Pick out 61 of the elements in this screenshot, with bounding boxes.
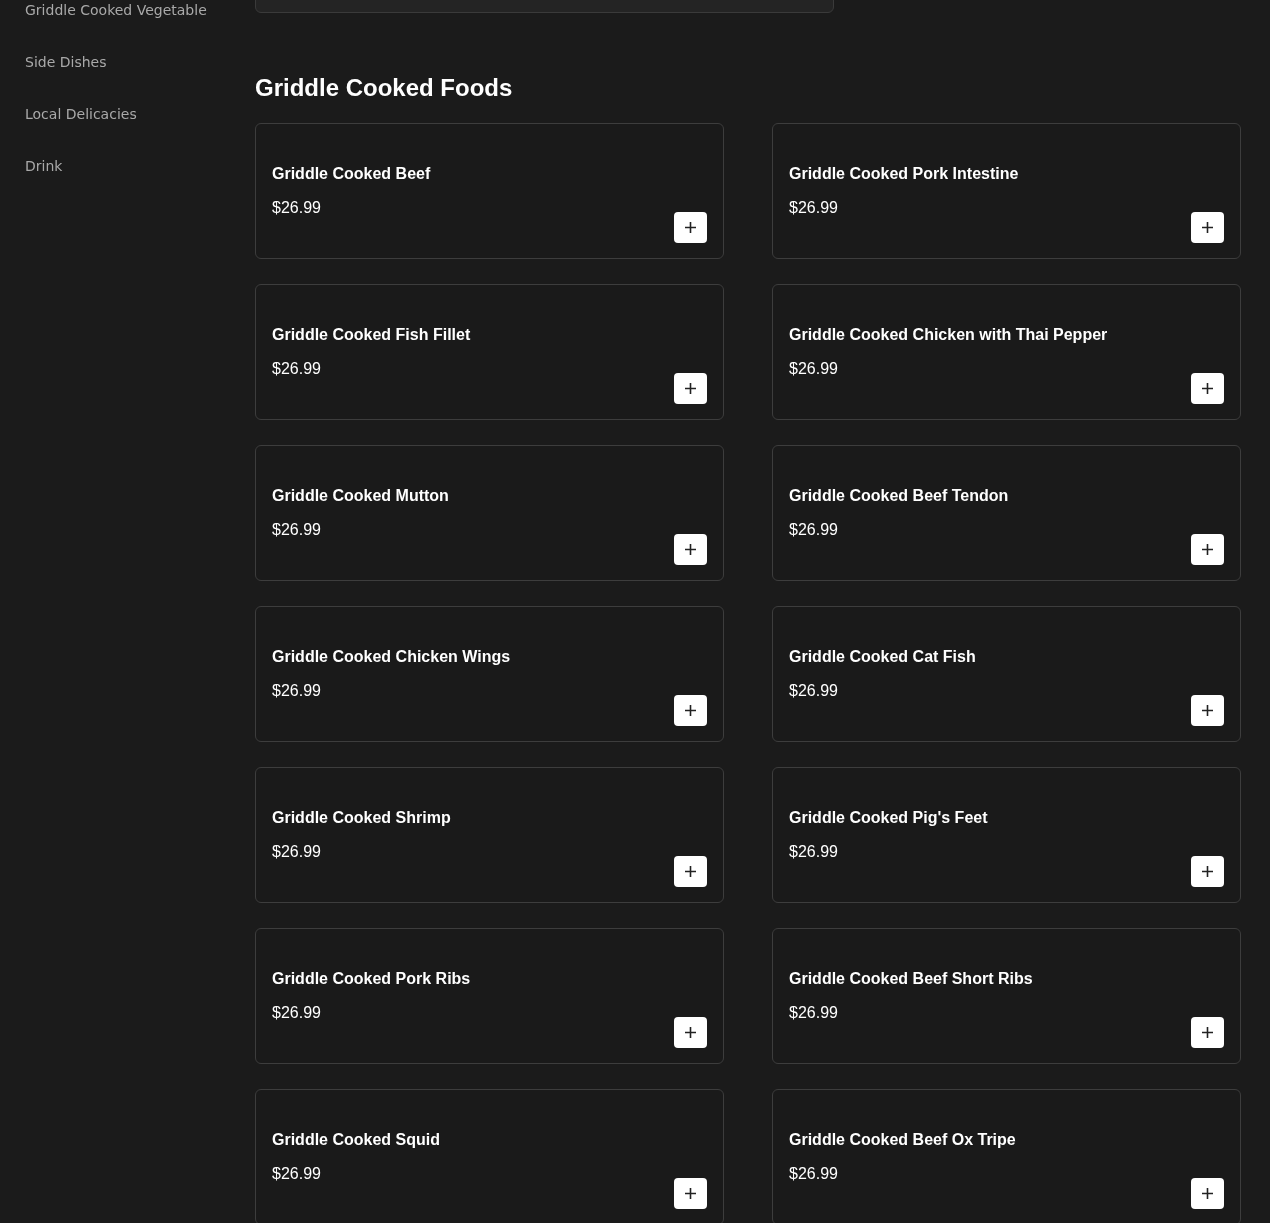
item-price: $26.99 — [272, 198, 321, 218]
add-button[interactable] — [674, 856, 707, 887]
plus-icon — [1202, 1188, 1213, 1199]
plus-icon — [1202, 383, 1213, 394]
item-name: Griddle Cooked Pork Ribs — [272, 969, 472, 989]
item-price: $26.99 — [789, 198, 838, 218]
add-button[interactable] — [1191, 534, 1224, 565]
plus-icon — [685, 1027, 696, 1038]
item-price: $26.99 — [272, 359, 321, 379]
plus-icon — [1202, 1027, 1213, 1038]
item-name: Griddle Cooked Beef — [272, 164, 432, 184]
item-price: $26.99 — [789, 842, 838, 862]
item-name: Griddle Cooked Pig's Feet — [789, 808, 989, 828]
item-price: $26.99 — [272, 681, 321, 701]
item-price: $26.99 — [789, 1164, 838, 1184]
add-button[interactable] — [674, 212, 707, 243]
plus-icon — [685, 1188, 696, 1199]
section-title: Griddle Cooked Foods — [255, 73, 514, 103]
item-name: Griddle Cooked Beef Ox Tripe — [789, 1130, 1017, 1150]
plus-icon — [685, 866, 696, 877]
item-name: Griddle Cooked Mutton — [272, 486, 450, 506]
add-button[interactable] — [1191, 1017, 1224, 1048]
item-name: Griddle Cooked Chicken Wings — [272, 647, 512, 667]
sidebar-item[interactable]: Side Dishes — [25, 52, 255, 72]
item-price: $26.99 — [272, 520, 321, 540]
add-button[interactable] — [1191, 856, 1224, 887]
add-button[interactable] — [1191, 695, 1224, 726]
item-name: Griddle Cooked Fish Fillet — [272, 325, 472, 345]
add-button[interactable] — [674, 1178, 707, 1209]
add-button[interactable] — [674, 534, 707, 565]
item-name: Griddle Cooked Beef Short Ribs — [789, 969, 1034, 989]
add-button[interactable] — [1191, 1178, 1224, 1209]
item-price: $26.99 — [272, 1003, 321, 1023]
item-price: $26.99 — [789, 359, 838, 379]
plus-icon — [685, 544, 696, 555]
add-button[interactable] — [1191, 212, 1224, 243]
item-name: Griddle Cooked Squid — [272, 1130, 441, 1150]
item-price: $26.99 — [272, 1164, 321, 1184]
item-name: Griddle Cooked Chicken with Thai Pepper — [789, 325, 1109, 345]
item-price: $26.99 — [789, 681, 838, 701]
add-button[interactable] — [674, 695, 707, 726]
plus-icon — [685, 705, 696, 716]
plus-icon — [685, 383, 696, 394]
item-price: $26.99 — [272, 842, 321, 862]
item-price: $26.99 — [789, 1003, 838, 1023]
item-name: Griddle Cooked Beef Tendon — [789, 486, 1010, 506]
item-price: $26.99 — [789, 520, 838, 540]
sidebar-item[interactable]: Local Delicacies — [25, 104, 255, 124]
add-button[interactable] — [674, 373, 707, 404]
plus-icon — [1202, 222, 1213, 233]
item-name: Griddle Cooked Shrimp — [272, 808, 452, 828]
plus-icon — [1202, 544, 1213, 555]
plus-icon — [1202, 866, 1213, 877]
plus-icon — [685, 222, 696, 233]
item-name: Griddle Cooked Cat Fish — [789, 647, 977, 667]
sidebar-item[interactable]: Griddle Cooked Vegetable — [25, 0, 255, 20]
sidebar-item[interactable]: Drink — [25, 156, 255, 176]
plus-icon — [1202, 705, 1213, 716]
add-button[interactable] — [1191, 373, 1224, 404]
item-name: Griddle Cooked Pork Intestine — [789, 164, 1020, 184]
add-button[interactable] — [674, 1017, 707, 1048]
